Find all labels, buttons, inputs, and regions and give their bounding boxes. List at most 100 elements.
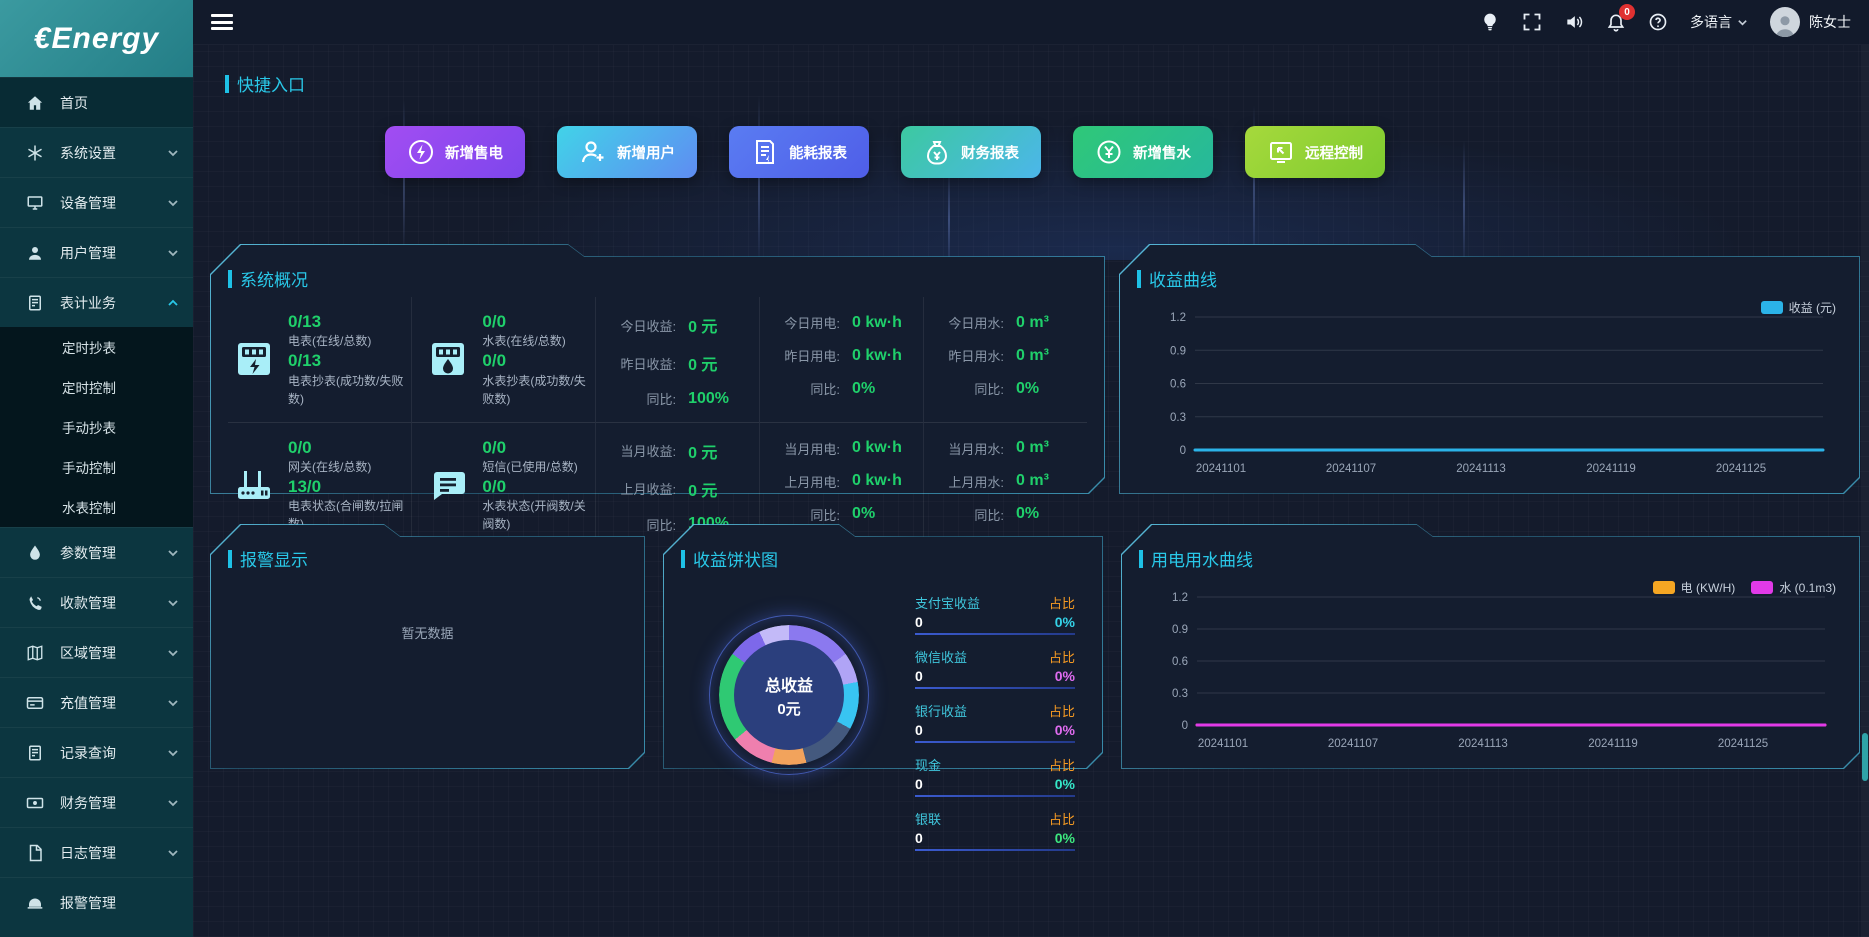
meter-stat-water-meter: 0/0水表(在线/总数)0/0水表抄表(成功数/失败数)	[411, 297, 595, 423]
legend-swatch	[1761, 301, 1783, 314]
legend-item[interactable]: 收益 (元)	[1761, 299, 1836, 316]
sidebar-item-log-management[interactable]: 日志管理	[0, 827, 193, 877]
sidebar-item-recharge-management[interactable]: 充值管理	[0, 677, 193, 727]
sidebar-item-meter-business[interactable]: 表计业务	[0, 277, 193, 327]
svg-text:0.9: 0.9	[1170, 345, 1186, 357]
coin-yen-icon	[1095, 138, 1123, 166]
quick-button-add-water-sale[interactable]: 新增售水	[1073, 126, 1213, 178]
sidebar-item-record-query[interactable]: 记录查询	[0, 727, 193, 777]
pie-legend-label: 现金	[915, 755, 941, 774]
meter-value: 0/0	[482, 311, 589, 332]
water-meter-icon	[426, 337, 470, 381]
stat-row: 今日用电:0 kw·h	[768, 313, 919, 332]
sidebar-item-parameter-management[interactable]: 参数管理	[0, 527, 193, 577]
income-pie-title: 收益饼状图	[693, 546, 778, 571]
legend-item[interactable]: 水 (0.1m3)	[1751, 579, 1836, 596]
pie-legend-divider	[915, 633, 1075, 635]
stat-value: 0 m³	[1016, 472, 1049, 490]
stat-row: 同比:100%	[604, 389, 755, 408]
pie-legend-row-bottom: 00%	[915, 722, 1075, 738]
income-pie-panel: 收益饼状图 总收益 0元 支付宝收益占比00%微信收	[663, 524, 1103, 769]
pie-legend-row-bottom: 00%	[915, 614, 1075, 630]
stat-label: 当月用电:	[768, 439, 840, 458]
stat-label: 同比:	[932, 505, 1004, 524]
sidebar-item-label: 财务管理	[60, 793, 167, 813]
sidebar-item-label: 设备管理	[60, 193, 167, 213]
revenue-chart-legend[interactable]: 收益 (元)	[1761, 299, 1836, 316]
income-donut-chart: 总收益 0元	[699, 605, 899, 758]
help-icon[interactable]	[1648, 12, 1668, 32]
overview-row-1: 0/13电表(在线/总数)0/13电表抄表(成功数/失败数)0/0水表(在线/总…	[228, 297, 1087, 423]
sidebar-subitem-water-meter-control[interactable]: 水表控制	[0, 487, 193, 527]
svg-text:0: 0	[1180, 445, 1186, 457]
sidebar-item-home[interactable]: 首页	[0, 77, 193, 127]
meter-stat-text: 0/13电表(在线/总数)0/13电表抄表(成功数/失败数)	[288, 311, 405, 408]
section-title-bar	[225, 75, 229, 93]
app-logo-text: €Energy	[34, 22, 159, 56]
fullscreen-icon[interactable]	[1522, 12, 1542, 32]
stat-column: 今日收益:0 元昨日收益:0 元同比:100%	[595, 297, 759, 423]
svg-text:0.3: 0.3	[1172, 688, 1188, 700]
pie-ratio-value: 0%	[1055, 614, 1075, 630]
sidebar-subitem-scheduled-reading[interactable]: 定时抄表	[0, 327, 193, 367]
stat-row: 今日收益:0 元	[604, 313, 755, 337]
pie-legend-row: 银联占比00%	[915, 809, 1075, 857]
usage-chart-legend[interactable]: 电 (KW/H) 水 (0.1m3)	[1653, 579, 1836, 596]
sidebar-subitem-manual-control[interactable]: 手动控制	[0, 447, 193, 487]
quick-button-remote-control[interactable]: 远程控制	[1245, 126, 1385, 178]
menu-toggle-button[interactable]	[211, 14, 233, 30]
pie-ratio-value: 0%	[1055, 722, 1075, 738]
stat-value: 0 kw·h	[852, 472, 902, 490]
scrollbar-thumb[interactable]	[1862, 733, 1868, 781]
sidebar-item-system-settings[interactable]: 系统设置	[0, 127, 193, 177]
alarm-display-panel: 报警显示 暂无数据	[210, 524, 645, 769]
pie-ratio-label: 占比	[1049, 647, 1075, 666]
sidebar-item-label: 收款管理	[60, 593, 167, 613]
sidebar-item-label: 充值管理	[60, 693, 167, 713]
quick-button-label: 财务报表	[961, 142, 1019, 163]
quick-button-add-electricity-sale[interactable]: 新增售电	[385, 126, 525, 178]
meter-value: 0/0	[482, 437, 589, 458]
theme-bulb-icon[interactable]	[1480, 12, 1500, 32]
svg-text:0.9: 0.9	[1172, 624, 1188, 636]
sidebar: €Energy 首页系统设置设备管理用户管理表计业务定时抄表定时控制手动抄表手动…	[0, 0, 193, 937]
user-menu[interactable]: 陈女士	[1770, 7, 1851, 37]
sidebar-item-payment-management[interactable]: 收款管理	[0, 577, 193, 627]
sidebar-subitem-manual-reading[interactable]: 手动抄表	[0, 407, 193, 447]
user-avatar	[1770, 7, 1800, 37]
sidebar-item-device-management[interactable]: 设备管理	[0, 177, 193, 227]
chevron-down-icon	[167, 697, 179, 709]
stat-row: 同比:0%	[768, 505, 919, 524]
pie-legend-row-bottom: 00%	[915, 776, 1075, 792]
sidebar-item-finance-management[interactable]: 财务管理	[0, 777, 193, 827]
system-overview-panel: 系统概况 0/13电表(在线/总数)0/13电表抄表(成功数/失败数)0/0水表…	[210, 244, 1105, 494]
sidebar-item-area-management[interactable]: 区域管理	[0, 627, 193, 677]
sidebar-menu: 首页系统设置设备管理用户管理表计业务定时抄表定时控制手动抄表手动控制水表控制参数…	[0, 77, 193, 937]
quick-buttons-row: 新增售电新增用户能耗报表 财务报表 新增售水远程控制	[385, 126, 1869, 178]
sidebar-subitem-scheduled-control[interactable]: 定时控制	[0, 367, 193, 407]
language-selector[interactable]: 多语言	[1690, 12, 1748, 32]
svg-text:0: 0	[1182, 720, 1188, 732]
speaker-icon[interactable]	[1564, 12, 1584, 32]
page-scrollbar	[1861, 45, 1869, 937]
stat-label: 今日用电:	[768, 313, 840, 332]
quick-button-finance-report[interactable]: 财务报表	[901, 126, 1041, 178]
notification-bell-icon[interactable]: 0	[1606, 12, 1626, 32]
chevron-down-icon	[167, 797, 179, 809]
sidebar-item-label: 用户管理	[60, 243, 167, 263]
stat-value: 0 kw·h	[852, 439, 902, 457]
svg-text:0.6: 0.6	[1172, 656, 1188, 668]
svg-text:20241107: 20241107	[1328, 738, 1378, 750]
legend-item[interactable]: 电 (KW/H)	[1653, 579, 1736, 596]
legend-label: 电 (KW/H)	[1681, 579, 1736, 596]
stat-label: 同比:	[604, 389, 676, 408]
quick-button-energy-report[interactable]: 能耗报表	[729, 126, 869, 178]
sidebar-item-alarm-management[interactable]: 报警管理	[0, 877, 193, 927]
sidebar-item-user-management[interactable]: 用户管理	[0, 227, 193, 277]
quick-button-add-user[interactable]: 新增用户	[557, 126, 697, 178]
stat-value: 0 元	[688, 313, 717, 337]
stat-row: 上月收益:0 元	[604, 477, 755, 501]
pie-legend-label: 微信收益	[915, 647, 967, 666]
dashboard-content: 快捷入口 新增售电新增用户能耗报表财务报表新增售水远程控制 系统概况 0/13电…	[193, 45, 1869, 937]
chevron-down-icon	[167, 847, 179, 859]
